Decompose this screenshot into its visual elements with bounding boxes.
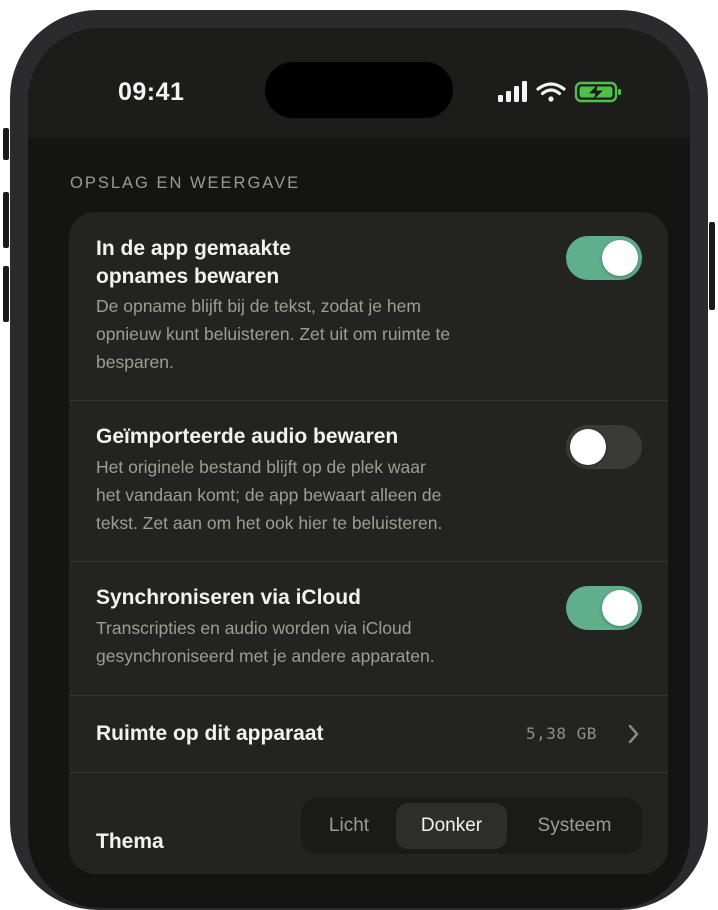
cellular-signal-icon bbox=[498, 81, 527, 102]
status-icons bbox=[498, 81, 621, 103]
status-bar: 09:41 bbox=[28, 28, 690, 138]
action-button bbox=[3, 128, 9, 160]
setting-row-theme: Thema Licht Donker Systeem bbox=[69, 212, 668, 874]
battery-charging-icon bbox=[574, 81, 621, 103]
theme-option-system[interactable]: Systeem bbox=[511, 803, 638, 849]
volume-down-button bbox=[3, 266, 9, 322]
setting-title: Thema bbox=[96, 830, 164, 853]
theme-option-dark[interactable]: Donker bbox=[396, 803, 507, 849]
volume-up-button bbox=[3, 192, 9, 248]
theme-segmented-control: Licht Donker Systeem bbox=[301, 798, 642, 854]
screen: 09:41 OPSLAG EN WEERGAVE In de app gemaa… bbox=[28, 28, 690, 908]
dynamic-island bbox=[265, 62, 453, 118]
power-button bbox=[709, 222, 715, 310]
section-title: OPSLAG EN WEERGAVE bbox=[70, 174, 301, 192]
wifi-icon bbox=[536, 82, 566, 102]
theme-option-light[interactable]: Licht bbox=[305, 803, 393, 849]
settings-card: In de app gemaakte opnames bewaren De op… bbox=[69, 212, 668, 874]
phone-frame: 09:41 OPSLAG EN WEERGAVE In de app gemaa… bbox=[10, 10, 708, 910]
status-time: 09:41 bbox=[118, 78, 185, 106]
